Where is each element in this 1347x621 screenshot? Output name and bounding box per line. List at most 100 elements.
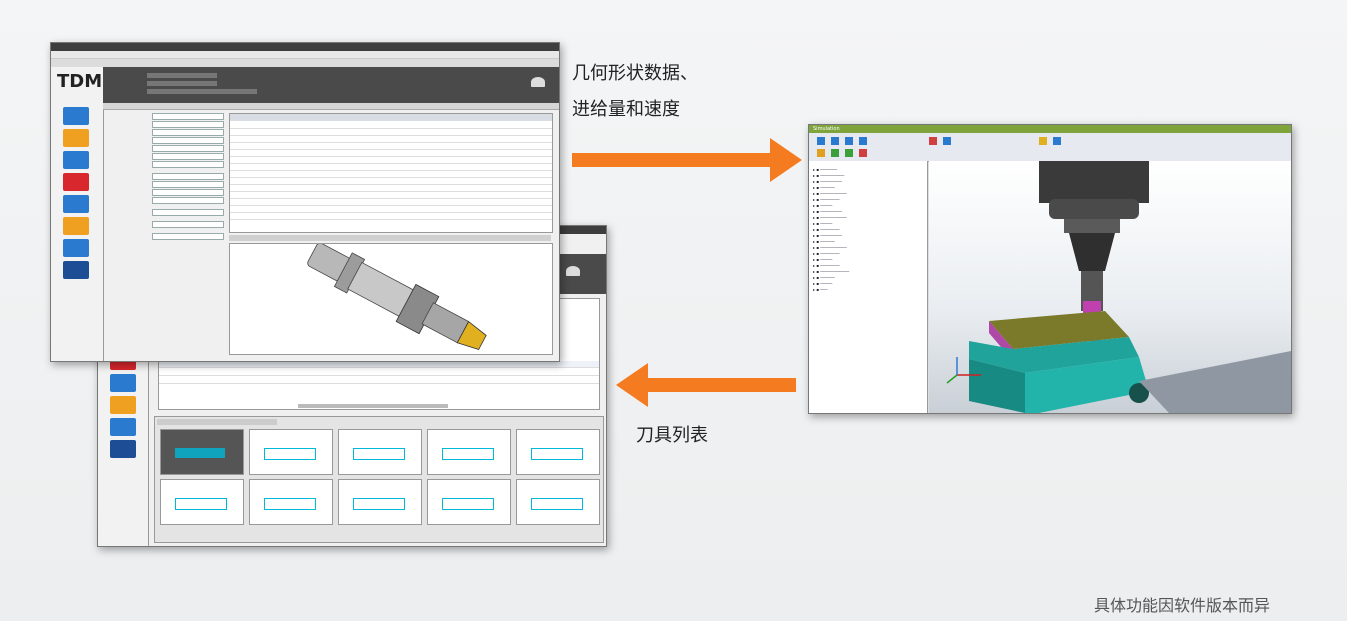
tree-item[interactable]: ▸ ▪ ───────────: [813, 245, 847, 250]
tree-item[interactable]: ▸ ▪ ────────: [813, 227, 840, 232]
toolbar-icon[interactable]: [817, 149, 825, 157]
tool-form: [107, 113, 227, 263]
toolbar-icon[interactable]: [845, 137, 853, 145]
menu-bar[interactable]: [51, 51, 559, 59]
sidebar-icon-blue[interactable]: [110, 374, 136, 392]
table-row[interactable]: [230, 199, 552, 206]
tool-thumbnail[interactable]: [338, 429, 422, 475]
sim-tab[interactable]: Simulation: [813, 126, 840, 132]
sidebar-icon-red[interactable]: [63, 173, 89, 191]
sidebar-icon-navy[interactable]: [63, 261, 89, 279]
tree-item[interactable]: ▸ ▪ ──────────: [813, 173, 844, 178]
tool-detail-titlebar: [51, 43, 559, 51]
toolbar-icon[interactable]: [859, 149, 867, 157]
sidebar-icon-orange2[interactable]: [63, 217, 89, 235]
parameter-grid: [229, 113, 553, 233]
sidebar-icon-blue[interactable]: [63, 107, 89, 125]
view-tab-strip[interactable]: [229, 235, 551, 241]
tdm-tool-detail-window: TDM: [50, 42, 560, 362]
tree-item[interactable]: ▸ ▪ ─────: [813, 203, 832, 208]
sidebar-icon-blue2[interactable]: [63, 151, 89, 169]
tree-item[interactable]: ▸ ▪ ───────: [813, 167, 837, 172]
tree-item[interactable]: ▸ ▪ ───────────: [813, 215, 847, 220]
graphics-tab[interactable]: [157, 419, 277, 425]
tree-item[interactable]: ▸ ▪ ─────: [813, 281, 832, 286]
tree-item[interactable]: ▸ ▪ ──────: [813, 185, 835, 190]
arrow-left-shaft: [648, 378, 796, 392]
tree-item[interactable]: ▸ ▪ ───────────: [813, 191, 847, 196]
caption-tool-list: 刀具列表: [636, 425, 708, 446]
sidebar-icon-blue2[interactable]: [110, 418, 136, 436]
tree-item[interactable]: ▸ ▪ ────────: [813, 251, 840, 256]
tree-item[interactable]: ▸ ▪ ──────: [813, 239, 835, 244]
sidebar-icon-orange[interactable]: [110, 396, 136, 414]
arrow-left-head: [616, 363, 648, 407]
tool-name-field[interactable]: [147, 81, 217, 86]
tree-item[interactable]: ▸ ▪ ───: [813, 287, 828, 292]
table-row[interactable]: [230, 206, 552, 213]
sim-title-strip: Simulation: [809, 125, 1291, 133]
detail-tab-strip[interactable]: [103, 103, 559, 110]
table-row[interactable]: [230, 171, 552, 178]
table-row[interactable]: [159, 361, 599, 368]
tool-thumbnail[interactable]: [338, 479, 422, 525]
tool-thumbnail[interactable]: [160, 429, 244, 475]
hat-icon: [566, 266, 580, 276]
tree-item[interactable]: ▸ ▪ ─────: [813, 257, 832, 262]
tool-detail-header: [103, 67, 559, 103]
caption-geometry-line1: 几何形状数据、: [572, 63, 698, 84]
tree-item[interactable]: ▸ ▪ ────────: [813, 263, 840, 268]
footnote: 具体功能因软件版本而异: [1094, 596, 1271, 615]
toolbar-icon[interactable]: [859, 137, 867, 145]
tool-thumbnail[interactable]: [160, 479, 244, 525]
operation-tree: ▸ ▪ ─────── ▸ ▪ ────────── ▸ ▪ ─────────…: [809, 161, 928, 413]
tool-thumbnail[interactable]: [427, 479, 511, 525]
tool-id-field[interactable]: [147, 73, 217, 78]
tool-thumbnail[interactable]: [249, 479, 333, 525]
tool-thumbnail[interactable]: [427, 429, 511, 475]
sidebar-icon-blue3[interactable]: [63, 195, 89, 213]
toolbar-icon[interactable]: [1039, 137, 1047, 145]
table-row[interactable]: [230, 150, 552, 157]
machining-viewport[interactable]: [929, 161, 1291, 413]
toolbar-icon[interactable]: [831, 137, 839, 145]
tree-item[interactable]: ▸ ▪ ─────────: [813, 233, 842, 238]
toolbar-icon[interactable]: [845, 149, 853, 157]
tree-item[interactable]: ▸ ▪ ────────: [813, 197, 840, 202]
tool-thumbnail[interactable]: [516, 479, 600, 525]
table-row[interactable]: [230, 136, 552, 143]
sidebar-icon-orange[interactable]: [63, 129, 89, 147]
table-row[interactable]: [159, 377, 599, 384]
sidebar-icon-navy[interactable]: [110, 440, 136, 458]
toolbar-icon[interactable]: [943, 137, 951, 145]
tree-item[interactable]: ▸ ▪ ─────────: [813, 179, 842, 184]
tree-item[interactable]: ▸ ▪ ──────: [813, 275, 835, 280]
toolbar-icon[interactable]: [817, 137, 825, 145]
tool-thumbnail[interactable]: [516, 429, 600, 475]
tree-item[interactable]: ▸ ▪ ─────: [813, 221, 832, 226]
table-row[interactable]: [230, 129, 552, 136]
tree-item[interactable]: ▸ ▪ ────────────: [813, 269, 849, 274]
tool-3d-view: [229, 242, 553, 355]
sidebar-icon-blue4[interactable]: [63, 239, 89, 257]
toolbar-icon[interactable]: [831, 149, 839, 157]
machining-scene: [946, 161, 1291, 413]
tree-item[interactable]: ▸ ▪ ─────────: [813, 209, 842, 214]
toolbar-icon[interactable]: [1053, 137, 1061, 145]
arrow-right-shaft: [572, 153, 772, 167]
table-row[interactable]: [230, 185, 552, 192]
table-row[interactable]: [230, 213, 552, 220]
table-row[interactable]: [230, 164, 552, 171]
tool-detail-sidebar: TDM: [51, 67, 104, 361]
table-row[interactable]: [230, 192, 552, 199]
table-row[interactable]: [230, 178, 552, 185]
tool-thumbnail[interactable]: [249, 429, 333, 475]
table-row[interactable]: [230, 122, 552, 129]
table-row[interactable]: [159, 369, 599, 376]
scrollbar[interactable]: [298, 404, 448, 408]
toolbar-icon[interactable]: [929, 137, 937, 145]
tool-desc-field[interactable]: [147, 89, 257, 94]
sim-toolbar[interactable]: [809, 133, 1291, 162]
table-row[interactable]: [230, 157, 552, 164]
table-row[interactable]: [230, 143, 552, 150]
